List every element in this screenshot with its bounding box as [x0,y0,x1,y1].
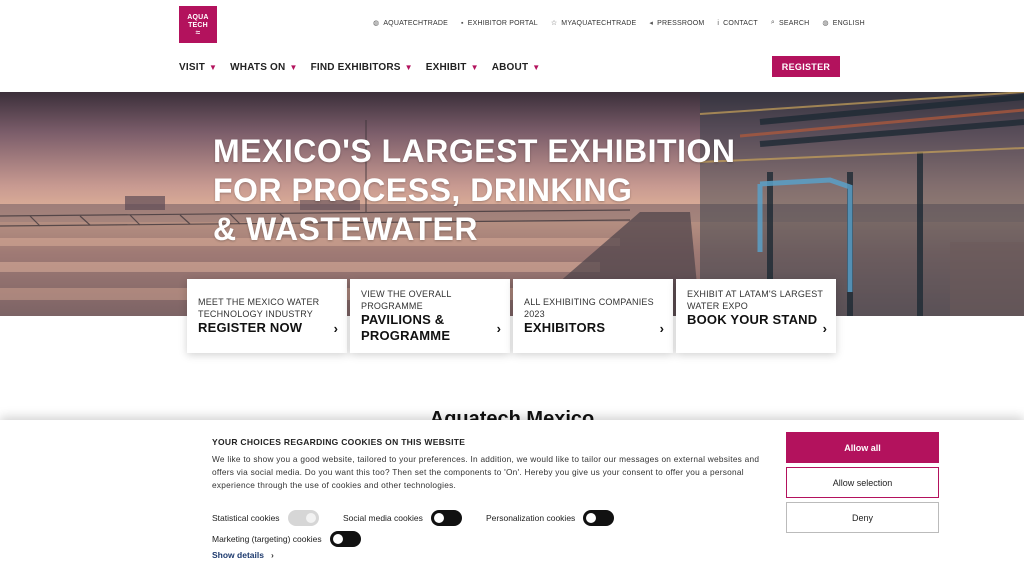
chevron-down-icon: ▼ [289,63,298,72]
chevron-down-icon: ▼ [470,63,479,72]
social-media-cookies-label: Social media cookies [343,513,423,523]
star-icon: ☆ [550,20,558,27]
card-subtitle: ALL EXHIBITING COMPANIES 2023 [524,297,654,319]
cookie-description: We like to show you a good website, tail… [212,454,760,490]
allow-all-button[interactable]: Allow all [786,432,939,463]
card-title: EXHIBITORS [524,320,606,335]
social-media-cookies-toggle[interactable] [430,510,462,526]
card-exhibitors[interactable]: ALL EXHIBITING COMPANIES 2023 EXHIBITORS… [513,279,673,353]
show-details-label: Show details [212,550,264,560]
nav-label: ABOUT [491,62,529,73]
nav-item-visit[interactable]: VISIT ▼ [179,62,217,73]
util-link-myaquatechtrade[interactable]: ☆ MYAQUATECHTRADE [550,19,637,28]
cookie-toggle-row: Personalization cookies [486,510,615,526]
megaphone-icon: ◂ [649,20,654,27]
hero-title: MEXICO'S LARGEST EXHIBITION FOR PROCESS,… [213,132,735,249]
hero-title-line: & WASTEWATER [213,211,478,247]
nav-label: FIND EXHIBITORS [310,62,401,73]
marketing-cookies-label: Marketing (targeting) cookies [212,534,322,544]
allow-selection-button[interactable]: Allow selection [786,467,939,498]
personalization-cookies-toggle[interactable] [583,510,615,526]
chevron-right-icon: › [270,550,274,560]
util-link-label: MYAQUATECHTRADE [561,19,637,27]
globe-icon: ◍ [373,20,380,27]
nav-item-about[interactable]: ABOUT ▼ [492,62,541,73]
nav-label: VISIT [179,62,206,73]
util-link-label: SEARCH [779,19,810,27]
hero-title-line: FOR PROCESS, DRINKING [213,172,633,208]
search-icon: ⌕ [770,19,776,26]
language-label: ENGLISH [832,19,865,27]
util-link-search[interactable]: ⌕ SEARCH [771,19,810,27]
util-link-pressroom[interactable]: ◂ PRESSROOM [649,19,705,28]
logo-text-top: AQUA [187,13,209,21]
card-subtitle: VIEW THE OVERALL PROGRAMME [361,289,452,311]
logo-waves-icon: ≈ [195,27,201,37]
util-link-label: AQUATECHTRADE [383,19,449,27]
nav-label: EXHIBIT [425,62,467,73]
card-title: PAVILIONS & PROGRAMME [361,312,451,343]
chevron-down-icon: ▼ [404,63,413,72]
show-details-link[interactable]: Show details › [212,550,274,560]
cookie-consent-banner: YOUR CHOICES REGARDING COOKIES ON THIS W… [0,420,1024,576]
cookie-toggle-row: Social media cookies [343,510,462,526]
aquatech-logo[interactable]: AQUA TECH ≈ [179,6,217,43]
util-link-contact[interactable]: i CONTACT [717,19,757,27]
language-globe-icon: ◍ [822,20,829,27]
main-nav: VISIT ▼ WHATS ON ▼ FIND EXHIBITORS ▼ EXHIBI… [179,62,553,73]
util-link-aquatechtrade[interactable]: ◍ AQUATECHTRADE [373,19,449,28]
hero-title-line: MEXICO'S LARGEST EXHIBITION [213,133,736,169]
nav-item-exhibit[interactable]: EXHIBIT ▼ [426,62,479,73]
util-link-exhibitor-portal[interactable]: ▪ EXHIBITOR PORTAL [461,19,538,27]
marketing-cookies-toggle[interactable] [329,531,361,547]
personalization-cookies-label: Personalization cookies [486,513,576,523]
card-title: REGISTER NOW [198,320,303,335]
util-link-label: EXHIBITOR PORTAL [467,19,538,27]
cookie-toggle-row: Statistical cookies [212,510,319,526]
util-link-label: CONTACT [723,19,758,27]
util-link-label: PRESSROOM [657,19,705,27]
info-icon: i [717,19,720,27]
register-button[interactable]: REGISTER [772,56,840,77]
nav-item-whats-on[interactable]: WHATS ON ▼ [230,62,297,73]
chevron-down-icon: ▼ [532,63,541,72]
language-selector[interactable]: ◍ ENGLISH [822,19,865,28]
statistical-cookies-toggle [287,510,319,526]
deny-button[interactable]: Deny [786,502,939,533]
chevron-right-icon: › [659,321,664,336]
nav-item-find-exhibitors[interactable]: FIND EXHIBITORS ▼ [311,62,413,73]
page: AQUA TECH ≈ ◍ AQUATECHTRADE ▪ EXHIBITOR … [0,0,1024,576]
chevron-right-icon: › [333,321,338,336]
chevron-right-icon: › [822,321,827,336]
nav-label: WHATS ON [230,62,286,73]
card-title: BOOK YOUR STAND [687,312,818,327]
card-register-now[interactable]: MEET THE MEXICO WATER TECHNOLOGY INDUSTR… [187,279,347,353]
card-pavilions-programme[interactable]: VIEW THE OVERALL PROGRAMME PAVILIONS & P… [350,279,510,353]
utility-nav: ◍ AQUATECHTRADE ▪ EXHIBITOR PORTAL ☆ MYA… [373,19,878,27]
chevron-right-icon: › [496,321,501,336]
card-book-your-stand[interactable]: EXHIBIT AT LATAM'S LARGEST WATER EXPO BO… [676,279,836,353]
card-subtitle: EXHIBIT AT LATAM'S LARGEST WATER EXPO [687,289,823,311]
action-cards: MEET THE MEXICO WATER TECHNOLOGY INDUSTR… [187,279,836,353]
site-header: AQUA TECH ≈ ◍ AQUATECHTRADE ▪ EXHIBITOR … [0,0,1024,92]
card-subtitle: MEET THE MEXICO WATER TECHNOLOGY INDUSTR… [198,297,320,319]
chevron-down-icon: ▼ [209,63,218,72]
statistical-cookies-label: Statistical cookies [212,513,280,523]
lock-icon: ▪ [461,19,464,27]
cookie-toggle-row: Marketing (targeting) cookies [212,531,361,547]
cookie-title: YOUR CHOICES REGARDING COOKIES ON THIS W… [212,437,466,447]
